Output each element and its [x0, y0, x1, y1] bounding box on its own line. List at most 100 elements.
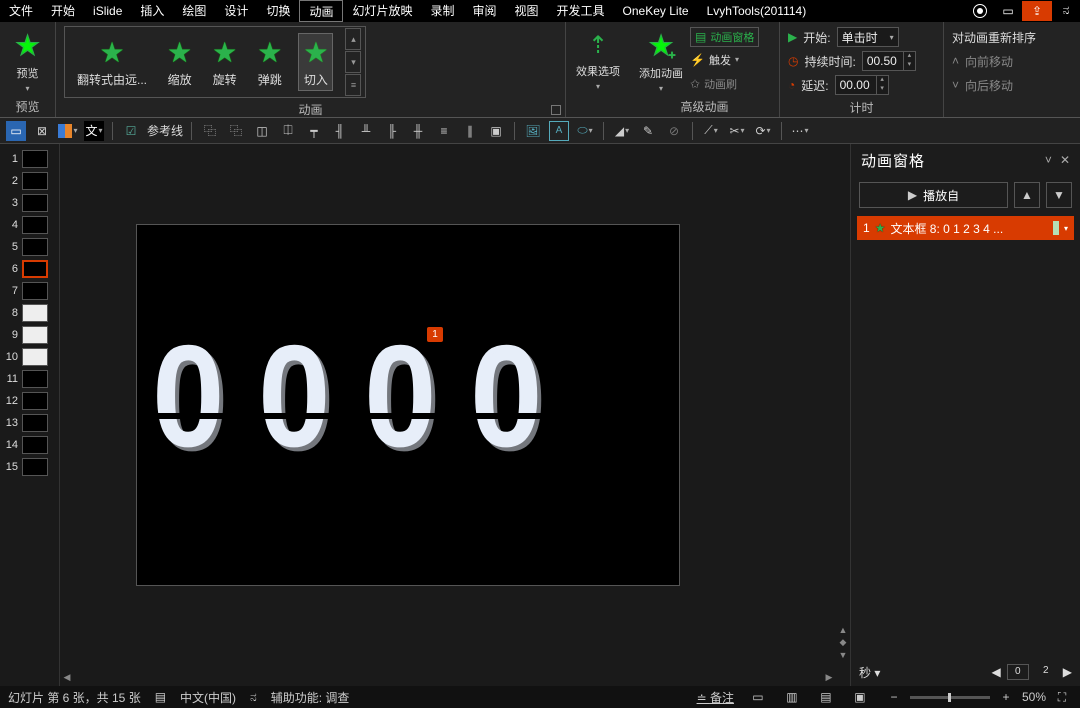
accessibility-label[interactable]: 辅助功能: 调查 — [271, 689, 350, 706]
horizontal-scrollbar[interactable]: ◀ ▶ — [60, 668, 836, 686]
menu-iSlide[interactable]: iSlide — [84, 0, 131, 22]
gallery-expand[interactable]: ≡ — [345, 74, 361, 96]
menu-开发工具[interactable]: 开发工具 — [548, 0, 614, 22]
thumb-13[interactable]: 13 — [0, 414, 59, 432]
menu-录制[interactable]: 录制 — [421, 0, 463, 22]
menu-插入[interactable]: 插入 — [131, 0, 173, 22]
textbox-icon[interactable]: A — [549, 121, 569, 141]
sorter-view-icon[interactable]: ▥ — [782, 689, 802, 705]
thumb-10[interactable]: 10 — [0, 348, 59, 366]
slideshow-view-icon[interactable]: ▣ — [850, 689, 870, 705]
animation-item[interactable]: 1 ★ 文本框 8: 0 1 2 3 4 ... ▾ — [857, 216, 1074, 240]
move-down-button[interactable]: ▼ — [1046, 182, 1072, 208]
scroll-left-icon[interactable]: ◀ — [60, 670, 74, 684]
thumb-1[interactable]: 1 — [0, 150, 59, 168]
zoom-out-button[interactable]: − — [884, 689, 904, 705]
text-style-button[interactable]: 文▾ — [84, 121, 104, 141]
delay-input[interactable]: 00.00▴▾ — [835, 75, 889, 95]
thumb-7[interactable]: 7 — [0, 282, 59, 300]
fit-window-icon[interactable]: ⛶ — [1052, 689, 1072, 705]
gallery-item-3[interactable]: ★弹跳 — [253, 34, 286, 90]
close-icon[interactable]: ✕ — [1060, 153, 1070, 167]
vertical-scrollbar[interactable]: ▲ ◆ ▼ — [836, 144, 850, 664]
menu-文件[interactable]: 文件 — [0, 0, 42, 22]
record-icon[interactable] — [966, 1, 994, 21]
menu-视图[interactable]: 视图 — [506, 0, 548, 22]
time-left-icon[interactable]: ◀ — [992, 665, 1001, 679]
scroll-mid-icon[interactable]: ◆ — [840, 637, 847, 648]
slide-canvas[interactable]: 1 0 0 0 0 0 0 0 0 — [136, 224, 680, 586]
gallery-item-1[interactable]: ★缩放 — [163, 34, 196, 90]
align-12-icon[interactable]: ▣ — [486, 121, 506, 141]
thumb-12[interactable]: 12 — [0, 392, 59, 410]
align-5-icon[interactable]: ┯ — [304, 121, 324, 141]
gallery-scroll-down[interactable]: ▾ — [345, 51, 361, 73]
menu-审阅[interactable]: 审阅 — [464, 0, 506, 22]
thumb-4[interactable]: 4 — [0, 216, 59, 234]
start-dropdown[interactable]: 单击时▾ — [837, 27, 899, 47]
zoom-slider[interactable] — [910, 696, 990, 699]
color-swatch-button[interactable]: ▾ — [58, 121, 78, 141]
reading-view-icon[interactable]: ▤ — [816, 689, 836, 705]
thumb-5[interactable]: 5 — [0, 238, 59, 256]
effect-options-button[interactable]: ⇡ 效果选项 ▾ — [575, 31, 621, 91]
delay-field[interactable]: ◔ 延迟: 00.00▴▾ — [788, 74, 916, 96]
gallery-item-2[interactable]: ★旋转 — [208, 34, 241, 90]
menu-LvyhTools(201114)[interactable]: LvyhTools(201114) — [698, 0, 816, 22]
animation-gallery[interactable]: ★翻转式由远...★缩放★旋转★弹跳★切入▴▾≡ — [64, 26, 366, 98]
menu-开始[interactable]: 开始 — [42, 0, 84, 22]
fill-color-button[interactable]: ◢▾ — [612, 121, 632, 141]
thumb-6[interactable]: 6 — [0, 260, 59, 278]
rotate-button[interactable]: ⟳▾ — [753, 121, 773, 141]
preview-button[interactable]: ★ 预览 ▾ — [8, 29, 47, 93]
line-style-button[interactable]: ⟋▾ — [701, 121, 721, 141]
menu-设计[interactable]: 设计 — [215, 0, 257, 22]
monitor-icon[interactable]: ▭ — [6, 121, 26, 141]
align-11-icon[interactable]: ∥ — [460, 121, 480, 141]
thumb-11[interactable]: 11 — [0, 370, 59, 388]
zoom-level[interactable]: 50% — [1022, 690, 1046, 704]
share-button[interactable]: ⇪ — [1022, 1, 1052, 21]
thumb-15[interactable]: 15 — [0, 458, 59, 476]
duration-field[interactable]: ◷ 持续时间: 00.50▴▾ — [788, 50, 916, 72]
play-from-button[interactable]: ▶播放自 — [859, 182, 1008, 208]
thumb-9[interactable]: 9 — [0, 326, 59, 344]
menu-切换[interactable]: 切换 — [257, 0, 299, 22]
move-up-button[interactable]: ▲ — [1014, 182, 1040, 208]
thumb-2[interactable]: 2 — [0, 172, 59, 190]
menu-OneKey Lite[interactable]: OneKey Lite — [614, 0, 698, 22]
thumb-14[interactable]: 14 — [0, 436, 59, 454]
time-right-icon[interactable]: ▶ — [1063, 665, 1072, 679]
crop-button[interactable]: ✂▾ — [727, 121, 747, 141]
close-box-icon[interactable]: ⊠ — [32, 121, 52, 141]
align-2-icon[interactable]: ⿻ — [226, 121, 246, 141]
animation-painter-button[interactable]: ✩动画刷 — [690, 73, 759, 95]
gallery-scroll-up[interactable]: ▴ — [345, 28, 361, 50]
trigger-button[interactable]: ⚡触发▾ — [690, 49, 759, 71]
align-7-icon[interactable]: ╨ — [356, 121, 376, 141]
menu-动画[interactable]: 动画 — [299, 0, 343, 22]
align-10-icon[interactable]: ≡ — [434, 121, 454, 141]
align-8-icon[interactable]: ╟ — [382, 121, 402, 141]
align-4-icon[interactable]: ⎅ — [278, 121, 298, 141]
add-animation-button[interactable]: ★+ 添加动画 ▾ — [638, 29, 684, 93]
dialog-launcher-icon[interactable] — [551, 105, 561, 115]
notes-label[interactable]: ≐ 备注 — [697, 689, 734, 706]
chevron-down-icon[interactable]: ▾ — [1064, 224, 1068, 233]
guides-checkbox[interactable]: ☑ — [121, 121, 141, 141]
scroll-down-icon[interactable]: ▼ — [839, 650, 848, 660]
duration-input[interactable]: 00.50▴▾ — [862, 51, 916, 71]
menu-绘图[interactable]: 绘图 — [173, 0, 215, 22]
gallery-item-4[interactable]: ★切入 — [298, 33, 333, 91]
thumb-3[interactable]: 3 — [0, 194, 59, 212]
pic-icon[interactable]: 🖼 — [523, 121, 543, 141]
chat-icon[interactable]: ▭ — [994, 1, 1022, 21]
account-icon[interactable]: ನ — [1052, 1, 1080, 21]
animation-pane-button[interactable]: ▤动画窗格 — [690, 27, 759, 47]
language-label[interactable]: 中文(中国) — [180, 689, 236, 706]
align-9-icon[interactable]: ╫ — [408, 121, 428, 141]
slide-thumbnails[interactable]: 123456789101112131415 — [0, 144, 60, 686]
zoom-in-button[interactable]: + — [996, 689, 1016, 705]
more-button[interactable]: ⋯▾ — [790, 121, 810, 141]
align-1-icon[interactable]: ⿻ — [200, 121, 220, 141]
